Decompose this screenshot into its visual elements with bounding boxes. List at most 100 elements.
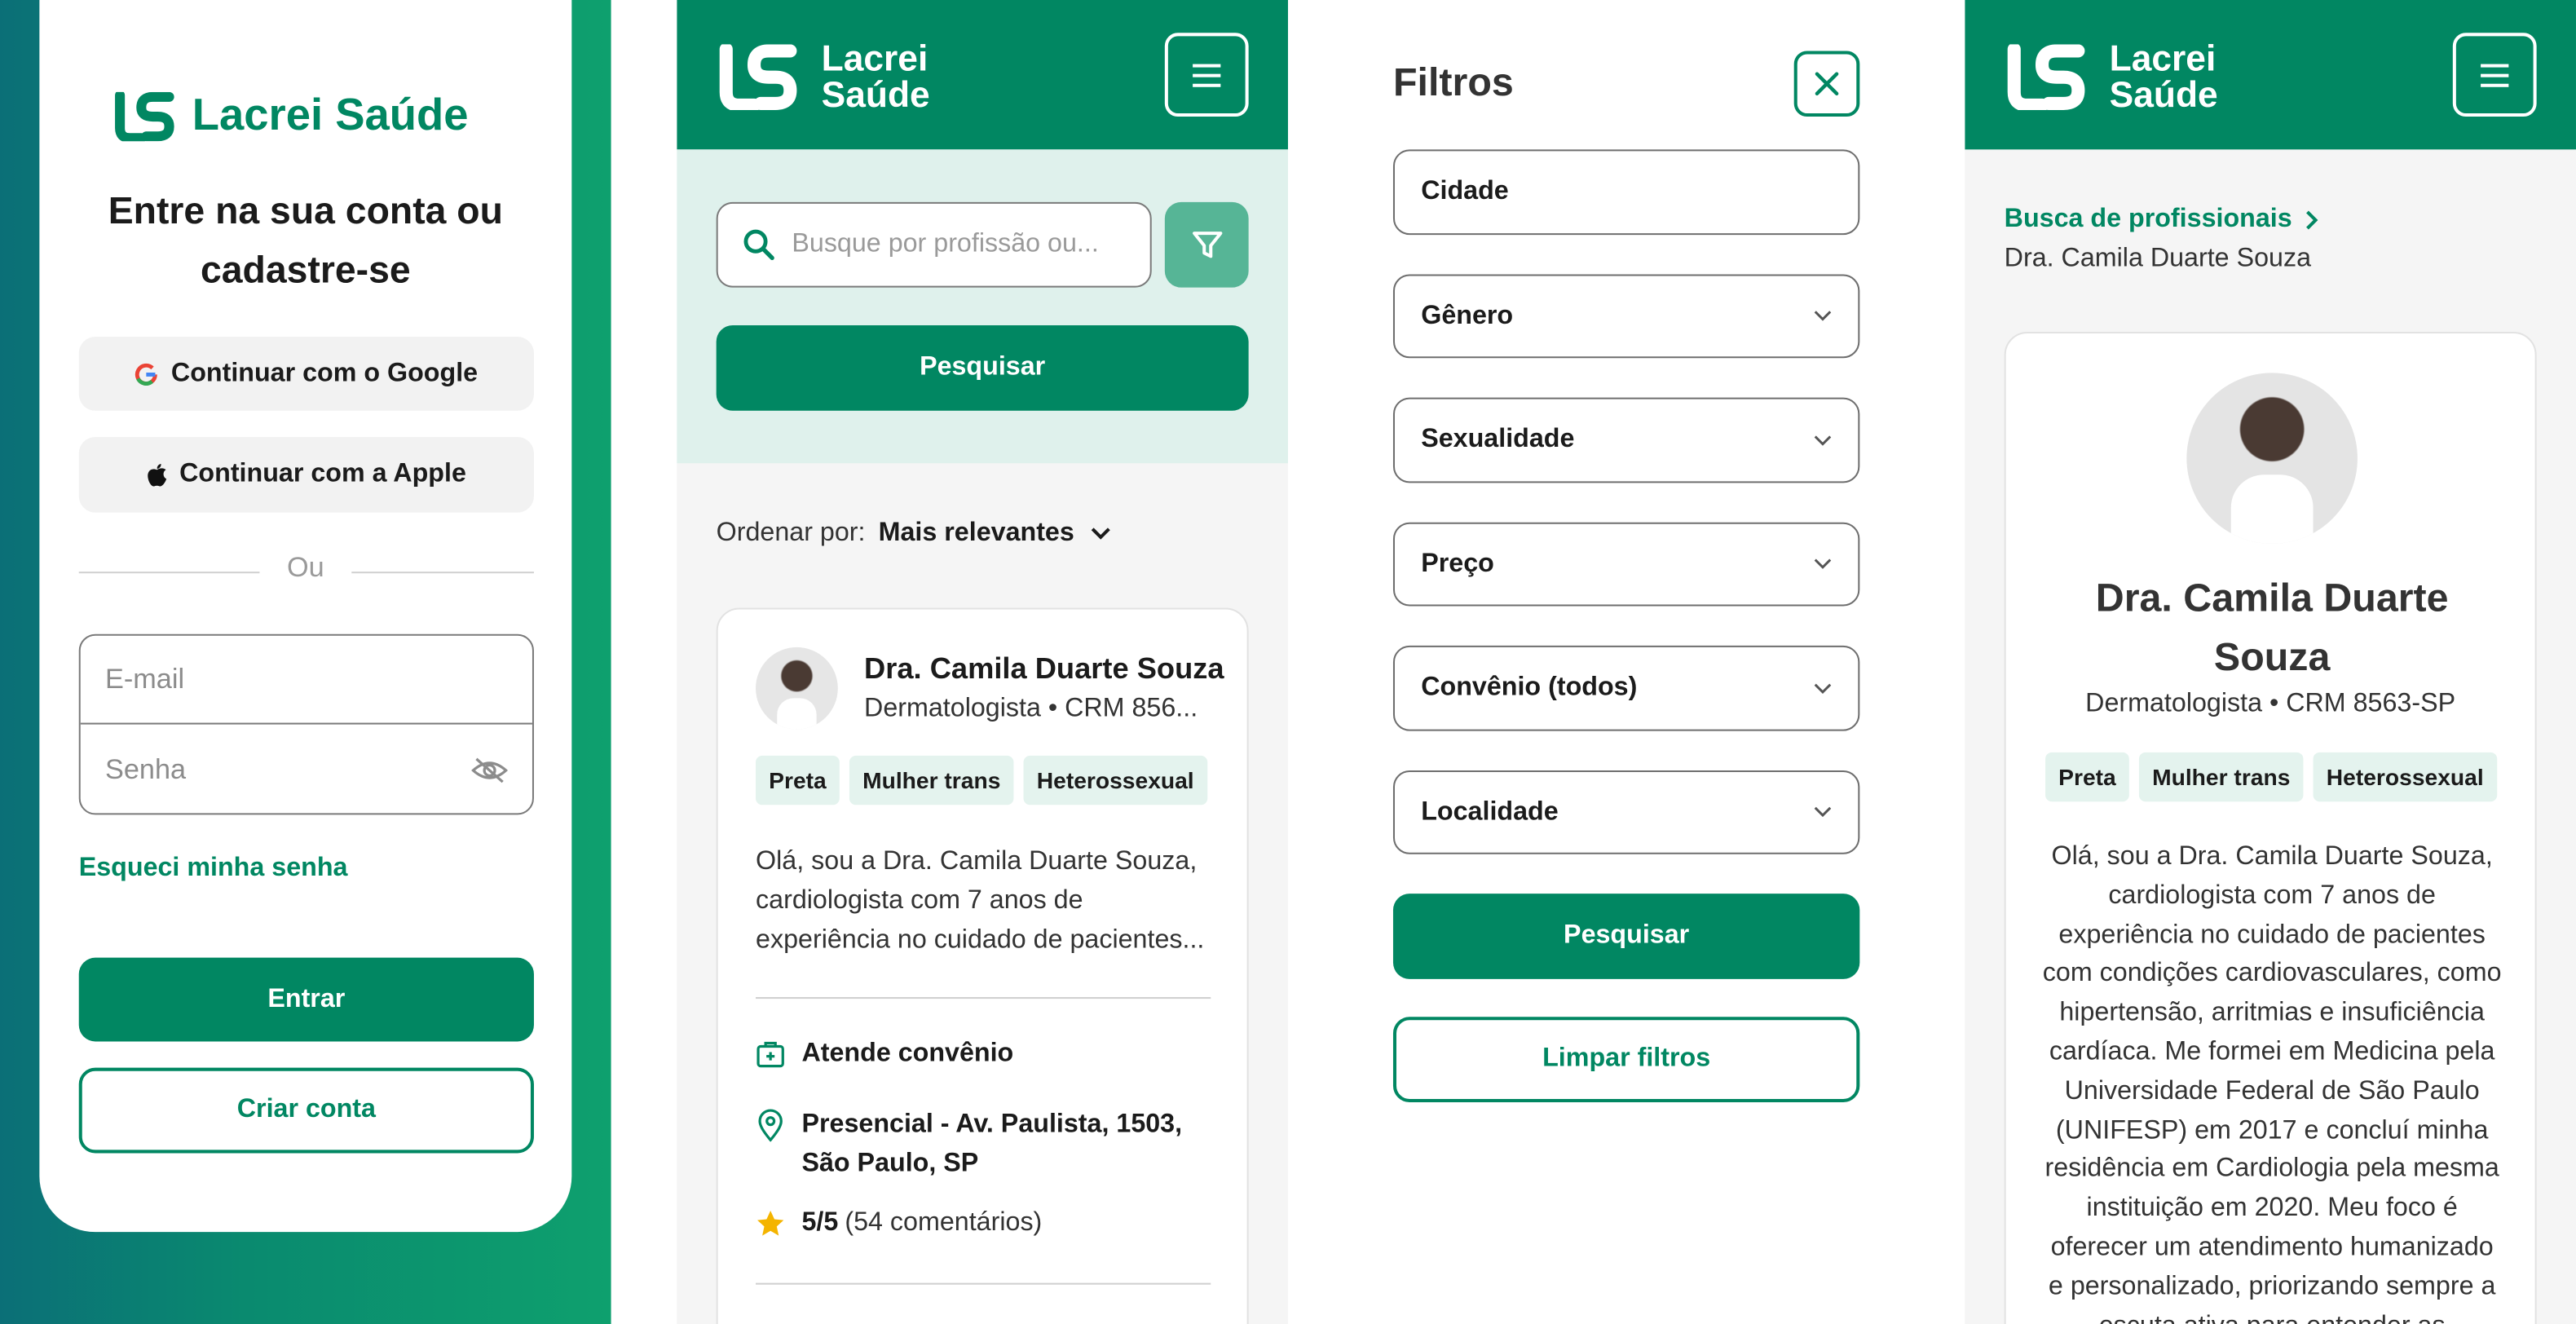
lacrei-logo-icon (719, 44, 797, 110)
chevron-down-icon (1091, 527, 1110, 540)
menu-icon-bar (1193, 63, 1221, 67)
search-icon (743, 229, 774, 260)
tag: Preta (2045, 752, 2129, 802)
medical-case-icon (756, 1041, 784, 1068)
search-panel: Lacrei Saúde Busque por profissão ou... … (677, 0, 1288, 1324)
close-filters-button[interactable] (1793, 51, 1860, 117)
tag: Mulher trans (2138, 752, 2304, 802)
enter-button[interactable]: Entrar (78, 957, 534, 1042)
apple-login-label: Continuar com a Apple (179, 460, 466, 488)
profile-name: Dra. Camila Duarte Souza (2095, 576, 2449, 681)
tag-list: Preta Mulher trans Heterossexual (756, 755, 1217, 805)
profile-card: Dra. Camila Duarte Souza Dermatologista … (2004, 332, 2537, 1324)
credentials-group: E-mail Senha (78, 633, 534, 815)
menu-button[interactable] (2452, 33, 2537, 117)
filter-price-label: Preço (1421, 549, 1494, 578)
divider-line-right (351, 572, 534, 574)
brand-text: Lacrei Saúde (821, 38, 930, 113)
password-placeholder: Senha (104, 752, 187, 785)
eye-off-icon[interactable] (471, 755, 508, 784)
filter-button[interactable] (1164, 201, 1249, 288)
avatar (756, 647, 838, 730)
avatar-coat (2230, 474, 2314, 544)
filter-sexuality[interactable]: Sexualidade (1392, 397, 1860, 483)
professional-bio: Olá, sou a Dra. Camila Duarte Souza, car… (756, 847, 1205, 955)
password-field[interactable]: Senha (81, 725, 532, 814)
app-header: Lacrei Saúde (677, 0, 1288, 150)
tag-list: Preta Mulher trans Heterossexual (2045, 752, 2507, 802)
divider-line-left (78, 572, 260, 574)
filter-locality[interactable]: Localidade (1392, 770, 1860, 854)
professional-subtitle: Dermatologista • CRM 856... (864, 695, 1198, 723)
filter-gender[interactable]: Gênero (1392, 274, 1860, 359)
chevron-down-icon (1814, 806, 1832, 818)
card-divider (756, 997, 1211, 1000)
profile-bio: Olá, sou a Dra. Camila Duarte Souza, car… (2042, 842, 2502, 1324)
brand-line2: Saúde (2109, 73, 2218, 116)
location-label: Presencial - Av. Paulista, 1503, São Pau… (801, 1110, 1183, 1178)
brand-line1: Lacrei (2109, 38, 2217, 79)
menu-icon-bar (2481, 73, 2509, 77)
search-placeholder: Busque por profissão ou... (792, 230, 1099, 258)
rating-value: 5/5 (801, 1208, 839, 1238)
filter-insurance-label: Convênio (todos) (1421, 673, 1638, 702)
professional-card[interactable]: Dra. Camila Duarte Souza Dermatologista … (716, 607, 1249, 1324)
chevron-right-icon (2306, 210, 2318, 230)
email-placeholder: E-mail (104, 663, 185, 695)
google-login-button[interactable]: Continuar com o Google (78, 337, 534, 411)
filter-city[interactable]: Cidade (1392, 149, 1860, 236)
menu-icon-bar (1193, 82, 1221, 86)
breadcrumb-link[interactable]: Busca de profissionais (2005, 205, 2292, 235)
app-header: Lacrei Saúde (1965, 0, 2576, 150)
filter-price[interactable]: Preço (1392, 522, 1860, 607)
filter-sexuality-label: Sexualidade (1421, 425, 1575, 454)
sort-label: Ordenar por: (716, 519, 866, 547)
professional-name: Dra. Camila Duarte Souza (864, 651, 1224, 686)
google-login-label: Continuar com o Google (170, 359, 479, 387)
chevron-down-icon (1814, 435, 1832, 445)
sort-value: Mais relevantes (878, 519, 1074, 547)
menu-icon-bar (2481, 63, 2509, 67)
apple-login-button[interactable]: Continuar com a Apple (78, 436, 534, 513)
menu-button[interactable] (1164, 33, 1249, 117)
apple-icon (148, 463, 167, 486)
filters-search-button[interactable]: Pesquisar (1392, 894, 1860, 979)
google-icon (135, 362, 158, 385)
star-icon (757, 1210, 784, 1236)
spacer (611, 0, 677, 1324)
lacrei-logo-icon (115, 90, 174, 141)
lacrei-logo-icon (2007, 44, 2085, 110)
brand-logo: Lacrei Saúde (2005, 38, 2218, 116)
tag: Preta (756, 755, 840, 805)
card-divider (756, 1282, 1211, 1285)
email-field[interactable]: E-mail (80, 636, 532, 725)
filter-gender-label: Gênero (1421, 301, 1514, 329)
avatar-coat (777, 698, 817, 730)
search-input[interactable]: Busque por profissão ou... (716, 201, 1152, 288)
filter-insurance[interactable]: Convênio (todos) (1392, 645, 1860, 731)
location-info: Presencial - Av. Paulista, 1503, São Pau… (756, 1106, 1196, 1185)
brand-name: Lacrei Saúde (192, 90, 469, 140)
rating-info: 5/5 (54 comentários) (756, 1209, 1042, 1238)
menu-icon-bar (2481, 82, 2509, 86)
login-panel: Lacrei Saúde Entre na sua conta ou cadas… (0, 0, 611, 1324)
profile-subtitle: Dermatologista • CRM 8563-SP (2085, 690, 2456, 718)
sort-control[interactable]: Ordenar por: Mais relevantes (717, 519, 1110, 549)
forgot-password-link[interactable]: Esqueci minha senha (79, 854, 348, 884)
search-button[interactable]: Pesquisar (716, 324, 1249, 411)
create-account-button[interactable]: Criar conta (78, 1067, 534, 1154)
tag: Heterossexual (2313, 752, 2497, 802)
profile-panel: Lacrei Saúde Busca de profissionais Dra.… (1965, 0, 2576, 1324)
profile-avatar (2186, 373, 2358, 544)
chevron-down-icon (1814, 682, 1832, 694)
brand-line1: Lacrei (821, 38, 929, 79)
location-pin-icon (758, 1109, 783, 1142)
brand-logo: Lacrei Saúde (113, 90, 469, 141)
menu-icon-bar (1193, 73, 1221, 77)
insurance-label: Atende convênio (801, 1039, 1014, 1068)
chevron-down-icon (1814, 311, 1832, 321)
filter-city-label: Cidade (1421, 177, 1509, 205)
search-section: Busque por profissão ou... Pesquisar (677, 149, 1288, 464)
brand-text: Lacrei Saúde (2109, 38, 2218, 116)
clear-filters-button[interactable]: Limpar filtros (1392, 1017, 1860, 1102)
